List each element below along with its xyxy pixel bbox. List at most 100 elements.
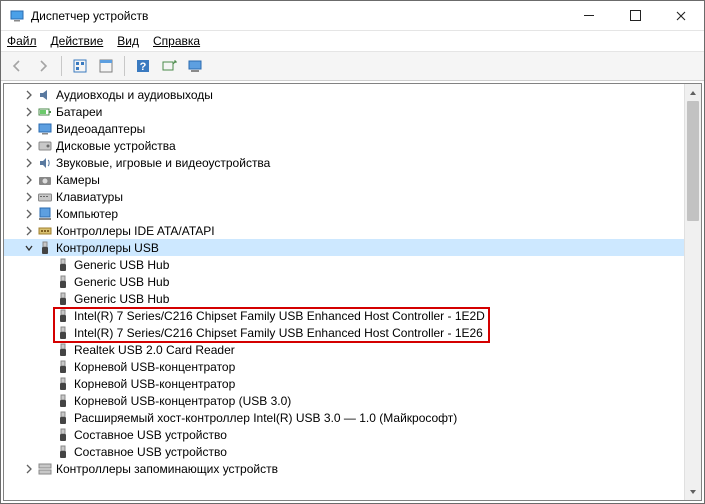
menubar: Файл Действие Вид Справка: [1, 31, 704, 51]
tree-device-item[interactable]: Intel(R) 7 Series/C216 Chipset Family US…: [4, 307, 684, 324]
toolbar-devices-button[interactable]: [183, 54, 207, 78]
tree-device-item[interactable]: Составное USB устройство: [4, 426, 684, 443]
window-title: Диспетчер устройств: [31, 9, 566, 23]
tree-item-label: Корневой USB-концентратор: [74, 360, 235, 374]
tree-category-item[interactable]: Контроллеры IDE ATA/ATAPI: [4, 222, 684, 239]
device-manager-window: Диспетчер устройств Файл Действие Вид Сп…: [0, 0, 705, 504]
expander-icon[interactable]: [22, 156, 36, 170]
content-area: Аудиовходы и аудиовыходы Батареи Видеоадап…: [3, 83, 702, 501]
tree-item-label: Корневой USB-концентратор (USB 3.0): [74, 394, 291, 408]
tree-item-label: Компьютер: [56, 207, 118, 221]
vertical-scrollbar[interactable]: [684, 84, 701, 500]
tree-category-item[interactable]: Клавиатуры: [4, 188, 684, 205]
minimize-button[interactable]: [566, 1, 612, 30]
toolbar-show-hidden-button[interactable]: [68, 54, 92, 78]
tree-item-label: Дисковые устройства: [56, 139, 176, 153]
expander-icon[interactable]: [22, 173, 36, 187]
tree-category-item[interactable]: Контроллеры USB: [4, 239, 684, 256]
usb-icon: [55, 291, 71, 307]
titlebar: Диспетчер устройств: [1, 1, 704, 31]
tree-category-item[interactable]: Дисковые устройства: [4, 137, 684, 154]
scrollbar-thumb[interactable]: [687, 101, 699, 221]
tree-category-item[interactable]: Аудиовходы и аудиовыходы: [4, 86, 684, 103]
scrollbar-track[interactable]: [685, 101, 701, 483]
usb-icon: [55, 376, 71, 392]
tree-category-item[interactable]: Компьютер: [4, 205, 684, 222]
tree-item-label: Составное USB устройство: [74, 428, 227, 442]
tree-device-item[interactable]: Расширяемый хост-контроллер Intel(R) USB…: [4, 409, 684, 426]
tree-device-item[interactable]: Realtek USB 2.0 Card Reader: [4, 341, 684, 358]
usb-icon: [37, 240, 53, 256]
tree-category-item[interactable]: Видеоадаптеры: [4, 120, 684, 137]
usb-icon: [55, 257, 71, 273]
toolbar-scan-button[interactable]: [157, 54, 181, 78]
close-button[interactable]: [658, 1, 704, 30]
tree-item-label: Звуковые, игровые и видеоустройства: [56, 156, 270, 170]
usb-icon: [55, 410, 71, 426]
expander-icon[interactable]: [22, 207, 36, 221]
expander-icon[interactable]: [22, 105, 36, 119]
ide-icon: [37, 223, 53, 239]
menu-help[interactable]: Справка: [153, 34, 200, 48]
toolbar-separator: [124, 56, 125, 76]
tree-device-item[interactable]: Generic USB Hub: [4, 256, 684, 273]
tree-item-label: Realtek USB 2.0 Card Reader: [74, 343, 235, 357]
usb-icon: [55, 342, 71, 358]
tree-item-label: Generic USB Hub: [74, 292, 169, 306]
toolbar-back-button[interactable]: [5, 54, 29, 78]
scrollbar-up-button[interactable]: [685, 84, 701, 101]
storage-icon: [37, 461, 53, 477]
menu-view[interactable]: Вид: [117, 34, 139, 48]
keyboard-icon: [37, 189, 53, 205]
tree-category-item[interactable]: Камеры: [4, 171, 684, 188]
svg-text:?: ?: [140, 61, 147, 73]
expander-icon[interactable]: [22, 462, 36, 476]
tree-item-label: Generic USB Hub: [74, 275, 169, 289]
tree-category-item[interactable]: Звуковые, игровые и видеоустройства: [4, 154, 684, 171]
expander-icon[interactable]: [22, 224, 36, 238]
tree-item-label: Контроллеры USB: [56, 241, 159, 255]
usb-icon: [55, 444, 71, 460]
tree-device-item[interactable]: Корневой USB-концентратор: [4, 375, 684, 392]
expander-icon[interactable]: [22, 122, 36, 136]
tree-item-label: Intel(R) 7 Series/C216 Chipset Family US…: [74, 309, 485, 323]
usb-icon: [55, 427, 71, 443]
disk-icon: [37, 138, 53, 154]
tree-item-label: Аудиовходы и аудиовыходы: [56, 88, 213, 102]
toolbar-separator: [61, 56, 62, 76]
tree-item-label: Intel(R) 7 Series/C216 Chipset Family US…: [74, 326, 483, 340]
toolbar-properties-button[interactable]: [94, 54, 118, 78]
toolbar-forward-button[interactable]: [31, 54, 55, 78]
menu-file[interactable]: Файл: [7, 34, 37, 48]
tree-device-item[interactable]: Generic USB Hub: [4, 290, 684, 307]
tree-item-label: Батареи: [56, 105, 102, 119]
tree-category-item[interactable]: Батареи: [4, 103, 684, 120]
tree-item-label: Видеоадаптеры: [56, 122, 145, 136]
computer-icon: [37, 206, 53, 222]
usb-icon: [55, 325, 71, 341]
scrollbar-down-button[interactable]: [685, 483, 701, 500]
tree-item-label: Расширяемый хост-контроллер Intel(R) USB…: [74, 411, 457, 425]
usb-icon: [55, 308, 71, 324]
tree-device-item[interactable]: Корневой USB-концентратор: [4, 358, 684, 375]
tree-item-label: Контроллеры запоминающих устройств: [56, 462, 278, 476]
tree-item-label: Контроллеры IDE ATA/ATAPI: [56, 224, 215, 238]
expander-icon[interactable]: [22, 241, 36, 255]
device-tree[interactable]: Аудиовходы и аудиовыходы Батареи Видеоадап…: [4, 84, 684, 500]
tree-device-item[interactable]: Intel(R) 7 Series/C216 Chipset Family US…: [4, 324, 684, 341]
toolbar-help-button[interactable]: ?: [131, 54, 155, 78]
audio-icon: [37, 87, 53, 103]
menu-action[interactable]: Действие: [51, 34, 104, 48]
sound-icon: [37, 155, 53, 171]
tree-device-item[interactable]: Составное USB устройство: [4, 443, 684, 460]
expander-icon[interactable]: [22, 88, 36, 102]
toolbar: ?: [1, 51, 704, 81]
tree-device-item[interactable]: Корневой USB-концентратор (USB 3.0): [4, 392, 684, 409]
tree-device-item[interactable]: Generic USB Hub: [4, 273, 684, 290]
tree-category-item[interactable]: Контроллеры запоминающих устройств: [4, 460, 684, 477]
expander-icon[interactable]: [22, 190, 36, 204]
usb-icon: [55, 393, 71, 409]
expander-icon[interactable]: [22, 139, 36, 153]
maximize-button[interactable]: [612, 1, 658, 30]
window-controls: [566, 1, 704, 30]
